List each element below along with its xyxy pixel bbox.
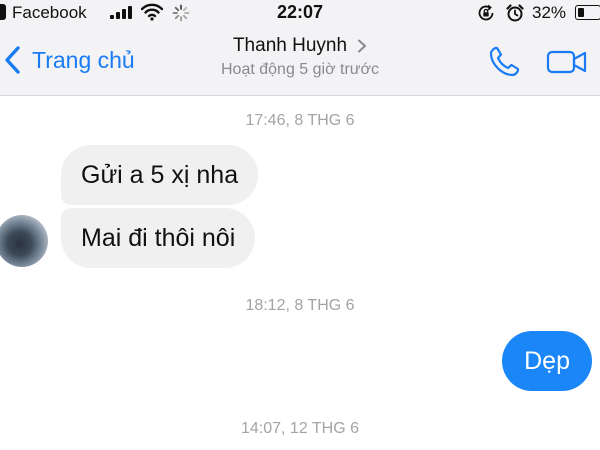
phone-icon[interactable] [487,45,521,79]
message-text: Gửi a 5 xị nha [81,160,239,189]
battery-icon [575,5,600,20]
video-camera-icon[interactable] [546,48,588,76]
outgoing-message-bubble[interactable]: Dẹp [502,331,592,391]
message-text: Dẹp [524,346,570,375]
incoming-message-bubble[interactable]: Mai đi thôi nôi [61,208,256,268]
alarm-icon [506,4,524,22]
contact-name: Thanh Huynh [232,35,348,56]
message-timestamp: 17:46, 8 THG 6 [245,112,355,129]
contact-avatar[interactable] [0,215,48,267]
status-bar: Facebook 22:07 32% [0,0,600,26]
battery-level-fill [578,8,584,17]
message-text: Mai đi thôi nôi [81,223,236,252]
messenger-screen: Facebook 22:07 32% Trang chủ Thanh Huynh… [0,0,600,450]
battery-percentage: 32% [532,3,567,22]
message-timestamp: 18:12, 8 THG 6 [245,297,355,314]
incoming-message-bubble[interactable]: Gửi a 5 xị nha [61,145,259,205]
contact-name-row[interactable]: Thanh Huynh [233,35,367,57]
message-timestamp: 14:07, 12 THG 6 [241,420,359,437]
chevron-right-icon [358,39,367,53]
conversation-header: Trang chủ Thanh Huynh Hoạt động 5 giờ tr… [0,26,600,96]
orientation-lock-icon [478,4,494,21]
